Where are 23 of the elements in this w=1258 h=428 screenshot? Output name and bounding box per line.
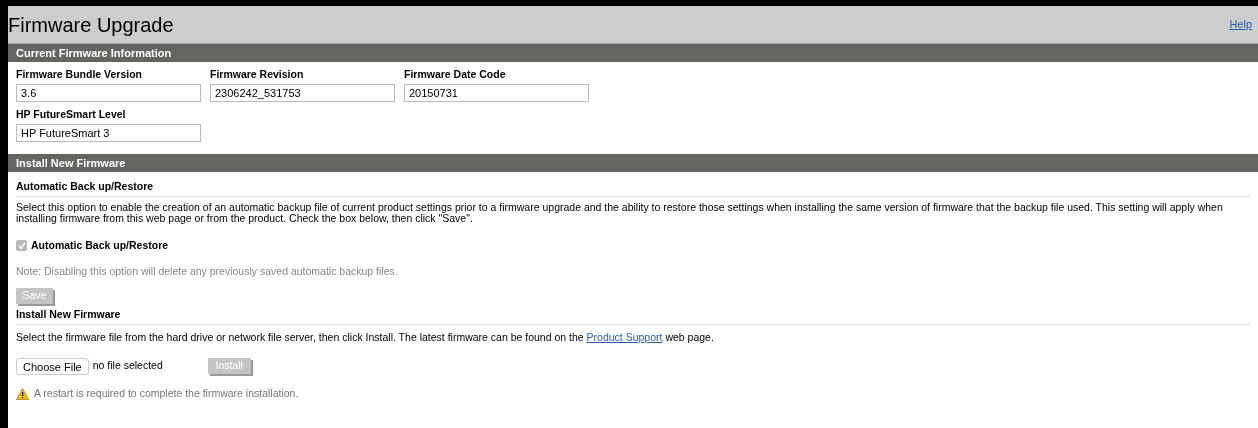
input-field[interactable]: 2306242_531753 xyxy=(210,84,395,102)
choose-file-button[interactable]: Choose File xyxy=(16,357,89,375)
checkbox-label: Automatic Back up/Restore xyxy=(31,237,169,253)
note-text: Note: Disabling this option will delete any previously saved automatic backup files. xyxy=(16,263,399,279)
description-text: Select the firmware file from the hard drive or network file server, then click Install. The latest firmware can be found on the Product Support web page. xyxy=(16,330,715,345)
input-field[interactable]: 20150731 xyxy=(404,84,589,102)
field-label: HP FutureSmart Level xyxy=(16,108,127,120)
help-link[interactable]: Help xyxy=(1229,16,1252,33)
description-text: Select this option to enable the creation of an automatic backup file of current product settings prior to a firmware upgrade and the ability to restore those settings when installing the same version of firmware that the backup file used. This setting will apply when installing firmware from this web page or from the product. Check the box below, then click "Save". xyxy=(16,201,1224,224)
section-header: Install New Firmware xyxy=(8,154,1258,172)
field-label: Firmware Bundle Version xyxy=(16,68,144,80)
file-status-text: no file selected xyxy=(92,358,164,374)
subsection-heading: Install New Firmware xyxy=(16,304,1250,325)
field-label: Firmware Date Code xyxy=(404,68,507,80)
subsection-heading: Automatic Back up/Restore xyxy=(16,172,1250,197)
input-field[interactable]: HP FutureSmart 3 xyxy=(16,124,201,142)
product-support-link[interactable]: Product Support xyxy=(586,331,663,343)
field-label: Firmware Revision xyxy=(210,68,305,80)
warning-icon xyxy=(16,387,29,400)
input-field[interactable]: 3.6 xyxy=(16,84,201,102)
section-header: Current Firmware Information xyxy=(8,44,1258,62)
warning-text: A restart is required to complete the firmware installation. xyxy=(34,385,299,401)
page-title: Firmware Upgrade xyxy=(8,12,174,38)
